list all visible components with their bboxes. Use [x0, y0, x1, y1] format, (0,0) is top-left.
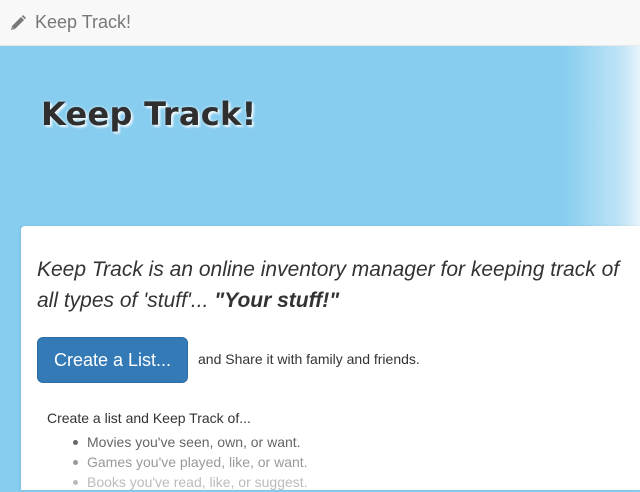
list-item: Games you've played, like, or want.	[47, 452, 308, 472]
brand-link[interactable]: Keep Track!	[9, 12, 131, 33]
list-item: Movies you've seen, own, or want.	[47, 432, 308, 452]
top-navbar: Keep Track!	[0, 0, 640, 46]
lead-text: Keep Track is an online inventory manage…	[37, 254, 637, 316]
list-item: Books you've read, like, or suggest.	[47, 472, 308, 492]
pencil-icon	[11, 14, 26, 30]
list-intro: Create a list and Keep Track of...	[47, 410, 251, 426]
hero-title: Keep Track!	[41, 95, 257, 133]
hero-section: Keep Track! Keep Track is an online inve…	[0, 46, 640, 490]
lead-emphasis: "Your stuff!"	[214, 289, 340, 312]
intro-panel: Keep Track is an online inventory manage…	[21, 226, 640, 490]
brand-label: Keep Track!	[35, 12, 132, 32]
create-list-button[interactable]: Create a List...	[37, 337, 188, 383]
track-list: Movies you've seen, own, or want. Games …	[47, 432, 308, 492]
share-text: and Share it with family and friends.	[198, 351, 420, 367]
